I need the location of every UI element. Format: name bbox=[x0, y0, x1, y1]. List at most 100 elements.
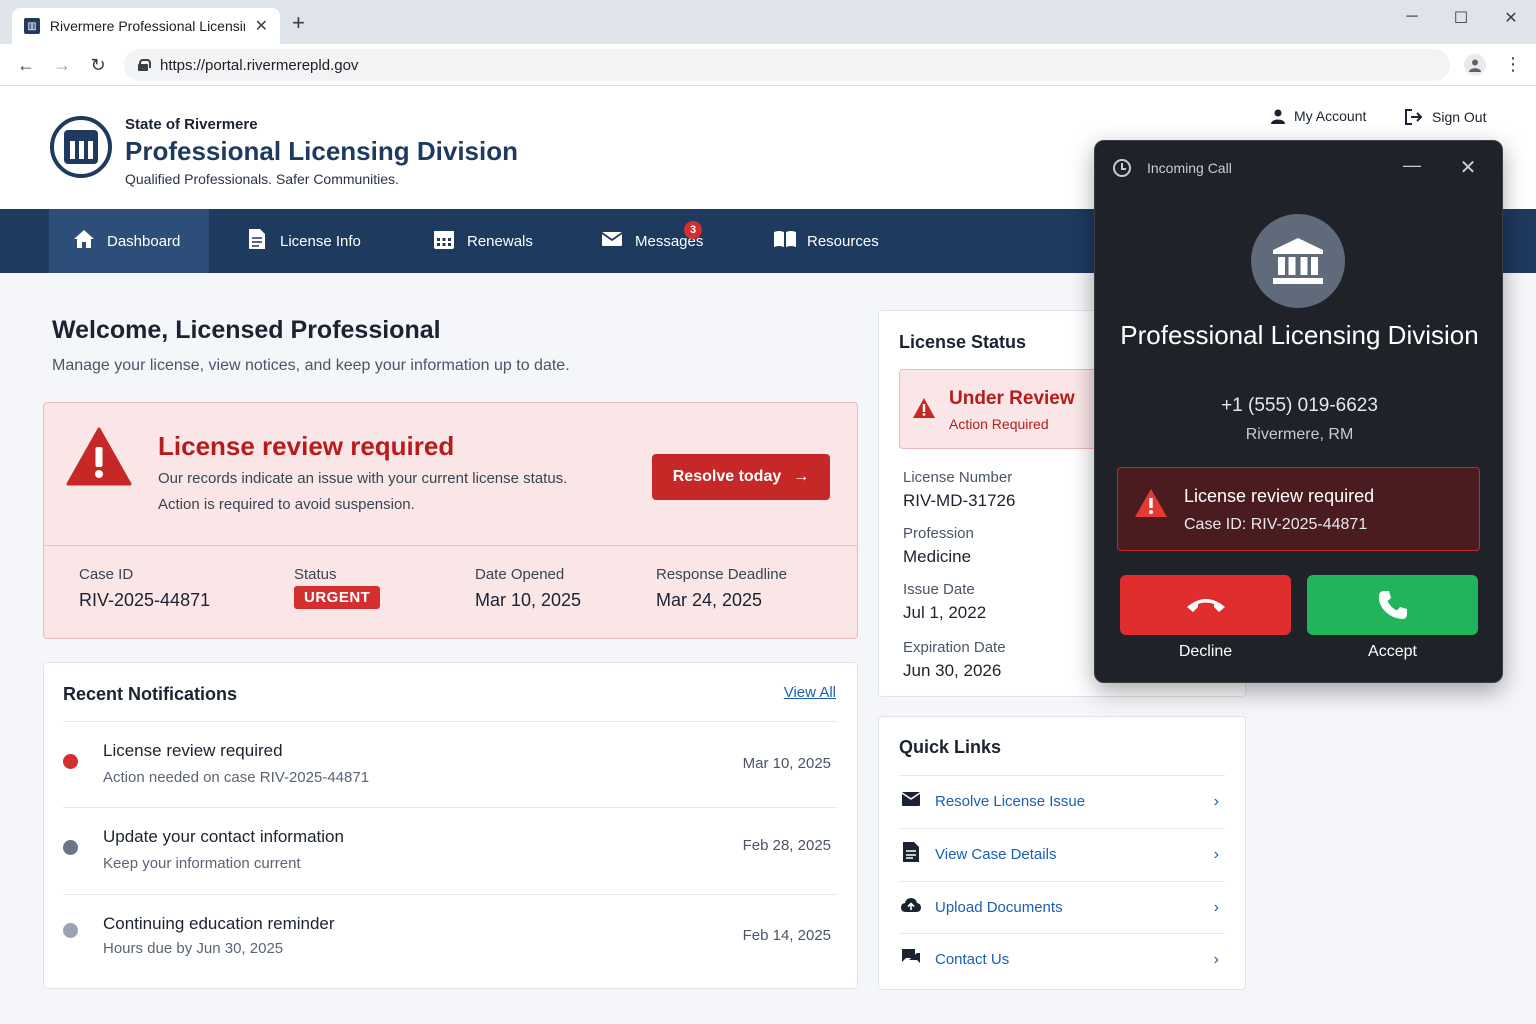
status-label: Status bbox=[294, 566, 337, 583]
quick-links-heading: Quick Links bbox=[899, 737, 1002, 757]
nav-resources[interactable]: Resources bbox=[749, 209, 903, 273]
call-close-button[interactable]: ✕ bbox=[1453, 155, 1483, 180]
page-subtitle: Manage your license, view notices, and k… bbox=[52, 357, 570, 374]
read-indicator bbox=[63, 923, 78, 938]
accept-call-button[interactable] bbox=[1307, 575, 1478, 635]
decline-call-button[interactable] bbox=[1120, 575, 1291, 635]
tab-close-icon[interactable]: ✕ bbox=[255, 16, 268, 36]
license-number-value: RIV-MD-31726 bbox=[903, 491, 1016, 510]
document-icon bbox=[246, 228, 268, 255]
caller-phone-number: +1 (555) 019-6623 bbox=[1221, 395, 1378, 416]
cloud-upload-icon bbox=[901, 897, 921, 918]
notification-item[interactable]: Continuing education reminder Hours due … bbox=[63, 894, 837, 980]
lock-icon bbox=[138, 59, 151, 71]
window-maximize-button[interactable]: ☐ bbox=[1446, 8, 1476, 28]
profession-label: Profession bbox=[903, 525, 974, 542]
sign-out-icon bbox=[1405, 109, 1423, 125]
call-alert-case-id: Case ID: RIV-2025-44871 bbox=[1184, 516, 1368, 533]
notification-item[interactable]: License review required Action needed on… bbox=[63, 721, 837, 807]
caller-location: Rivermere, RM bbox=[1245, 426, 1354, 443]
resolve-today-button[interactable]: Resolve today → bbox=[652, 454, 830, 500]
quick-link-label: Resolve License Issue bbox=[935, 793, 1086, 810]
notification-date: Feb 14, 2025 bbox=[742, 927, 831, 944]
license-number-label: License Number bbox=[903, 469, 1013, 486]
book-icon bbox=[773, 230, 796, 253]
window-minimize-button[interactable]: ─ bbox=[1397, 8, 1427, 26]
notification-title: Update your contact information bbox=[103, 827, 344, 846]
nav-renewals[interactable]: Renewals bbox=[409, 209, 557, 273]
clock-icon bbox=[1113, 159, 1131, 177]
site-favicon-icon: ▥ bbox=[24, 18, 40, 34]
reload-icon[interactable]: ↻ bbox=[86, 54, 110, 76]
notification-item[interactable]: Update your contact information Keep you… bbox=[63, 807, 837, 893]
view-all-link[interactable]: View All bbox=[784, 684, 836, 701]
divider bbox=[44, 545, 857, 546]
sign-out-link[interactable]: Sign Out bbox=[1404, 108, 1486, 126]
new-tab-button[interactable]: + bbox=[292, 12, 305, 34]
chevron-right-icon: › bbox=[1213, 845, 1219, 863]
profile-icon[interactable] bbox=[1464, 54, 1486, 76]
mail-icon bbox=[901, 792, 921, 811]
mail-icon bbox=[601, 231, 623, 252]
notification-subtitle: Hours due by Jun 30, 2025 bbox=[103, 940, 284, 957]
alert-message-line-1: Our records indicate an issue with your … bbox=[158, 470, 568, 487]
forward-arrow-icon[interactable]: → bbox=[50, 54, 74, 76]
incoming-call-label: Incoming Call bbox=[1147, 160, 1232, 176]
chevron-right-icon: › bbox=[1213, 898, 1219, 916]
expiration-date-label: Expiration Date bbox=[903, 639, 1006, 656]
calendar-icon bbox=[433, 228, 455, 255]
state-name: State of Rivermere bbox=[125, 116, 258, 133]
review-status-subtitle: Action Required bbox=[949, 416, 1049, 432]
chat-icon bbox=[901, 948, 921, 971]
browser-tab[interactable]: ▥ Rivermere Professional Licensing ✕ bbox=[12, 8, 280, 44]
warning-icon bbox=[913, 398, 935, 418]
quick-link-view-case-details[interactable]: View Case Details › bbox=[899, 828, 1225, 880]
messages-count-badge: 3 bbox=[684, 221, 702, 239]
issue-date-value: Jul 1, 2022 bbox=[903, 603, 987, 622]
notification-title: License review required bbox=[103, 741, 283, 760]
hang-up-icon bbox=[1186, 599, 1225, 612]
division-seal-logo bbox=[50, 116, 112, 178]
review-status-title: Under Review bbox=[949, 388, 1075, 409]
notification-subtitle: Keep your information current bbox=[103, 855, 301, 872]
chevron-right-icon: › bbox=[1213, 950, 1219, 968]
read-indicator bbox=[63, 840, 78, 855]
license-review-alert: License review required Our records indi… bbox=[43, 402, 858, 639]
chevron-right-icon: › bbox=[1213, 792, 1219, 810]
warning-icon bbox=[1135, 489, 1167, 517]
back-arrow-icon[interactable]: ← bbox=[14, 54, 38, 76]
quick-link-label: Contact Us bbox=[935, 951, 1010, 968]
notification-title: Continuing education reminder bbox=[103, 914, 335, 933]
alert-title: License review required bbox=[158, 431, 455, 461]
browser-menu-icon[interactable]: ⋮ bbox=[1504, 54, 1522, 75]
url-text: https://portal.rivermerepld.gov bbox=[160, 56, 359, 74]
case-id-label: Case ID bbox=[79, 566, 134, 583]
bank-building-icon bbox=[1273, 238, 1323, 284]
address-bar[interactable]: https://portal.rivermerepld.gov bbox=[124, 49, 1450, 81]
date-opened-value: Mar 10, 2025 bbox=[475, 590, 582, 610]
window-close-button[interactable]: ✕ bbox=[1496, 8, 1526, 28]
nav-messages[interactable]: Messages 3 bbox=[577, 209, 727, 273]
call-minimize-button[interactable]: — bbox=[1397, 155, 1427, 176]
nav-dashboard[interactable]: Dashboard bbox=[49, 209, 209, 273]
quick-link-contact-us[interactable]: Contact Us › bbox=[899, 933, 1225, 985]
decline-label: Decline bbox=[1178, 643, 1233, 660]
nav-label: Resources bbox=[807, 232, 879, 250]
nav-license-info[interactable]: License Info bbox=[222, 209, 385, 273]
response-deadline-value: Mar 24, 2025 bbox=[656, 590, 763, 610]
my-account-link[interactable]: My Account bbox=[1270, 108, 1366, 124]
my-account-label: My Account bbox=[1294, 108, 1367, 124]
tab-title: Rivermere Professional Licensing bbox=[49, 18, 245, 34]
quick-link-upload-documents[interactable]: Upload Documents › bbox=[899, 881, 1225, 933]
incoming-call-window: Incoming Call — ✕ Professional Licensing… bbox=[1094, 140, 1503, 683]
phone-icon bbox=[1378, 591, 1407, 619]
quick-link-label: View Case Details bbox=[935, 846, 1057, 863]
quick-link-resolve-license-issue[interactable]: Resolve License Issue › bbox=[899, 775, 1225, 827]
alert-message-line-2: Action is required to avoid suspension. bbox=[158, 496, 415, 513]
quick-link-label: Upload Documents bbox=[935, 899, 1063, 916]
user-icon bbox=[1271, 109, 1285, 124]
home-icon bbox=[73, 229, 95, 254]
unread-indicator bbox=[63, 754, 78, 769]
notification-date: Feb 28, 2025 bbox=[742, 837, 831, 854]
case-id-value: RIV-2025-44871 bbox=[79, 590, 211, 610]
